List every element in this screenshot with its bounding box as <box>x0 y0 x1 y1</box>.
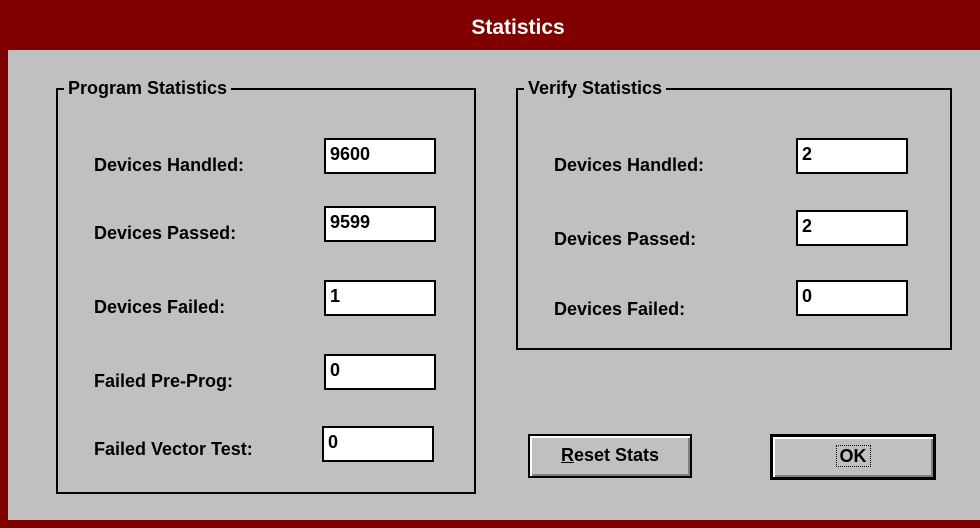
window-title: Statistics <box>471 16 565 39</box>
reset-stats-button[interactable]: Reset Stats <box>528 434 692 478</box>
program-devices-handled-label: Devices Handled: <box>94 155 245 175</box>
program-devices-handled-field[interactable]: 9600 <box>324 138 436 174</box>
program-devices-failed-label: Devices Failed: <box>94 297 226 317</box>
verify-devices-failed-label: Devices Failed: <box>554 299 686 319</box>
program-devices-passed-label: Devices Passed: <box>94 223 237 243</box>
program-devices-passed-field[interactable]: 9599 <box>324 206 436 242</box>
title-bar[interactable]: Statistics <box>8 8 980 48</box>
program-statistics-title: Program Statistics <box>64 76 232 100</box>
verify-devices-failed-field[interactable]: 0 <box>796 280 908 316</box>
program-failed-pre-prog-label: Failed Pre-Prog: <box>94 371 234 391</box>
ok-button-label: OK <box>835 445 871 467</box>
verify-devices-handled-label: Devices Handled: <box>554 155 705 175</box>
reset-stats-mnemonic: R <box>560 445 574 465</box>
verify-statistics-title: Verify Statistics <box>524 76 667 100</box>
statistics-dialog: Statistics Program Statistics Devices Ha… <box>0 0 980 528</box>
program-failed-pre-prog-field[interactable]: 0 <box>324 354 436 390</box>
ok-button[interactable]: OK <box>770 434 936 480</box>
verify-devices-handled-field[interactable]: 2 <box>796 138 908 174</box>
verify-devices-passed-field[interactable]: 2 <box>796 210 908 246</box>
verify-devices-passed-label: Devices Passed: <box>554 229 697 249</box>
program-devices-failed-field[interactable]: 1 <box>324 280 436 316</box>
reset-stats-caption: Reset Stats <box>561 436 659 474</box>
program-failed-vector-test-field[interactable]: 0 <box>322 426 434 462</box>
program-failed-vector-test-label: Failed Vector Test: <box>94 439 253 459</box>
dialog-body: Program Statistics Devices Handled: 9600… <box>8 50 980 520</box>
reset-stats-label: eset Stats <box>573 445 660 465</box>
